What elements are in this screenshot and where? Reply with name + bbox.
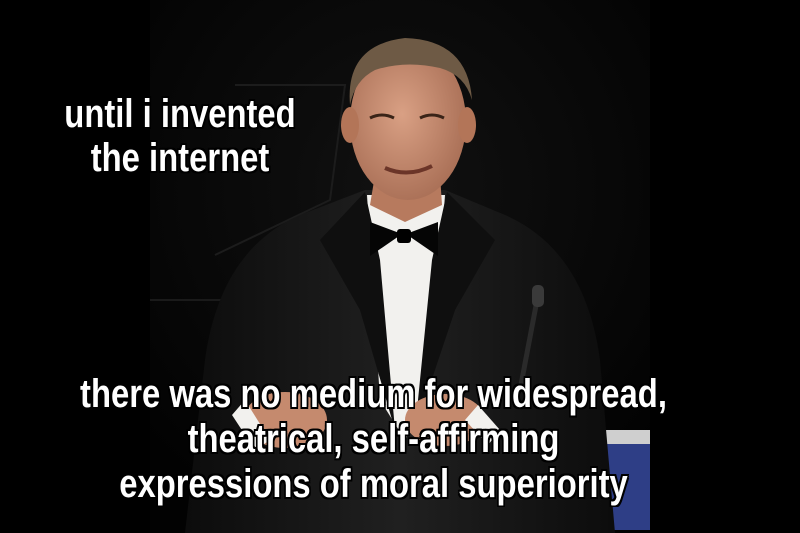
top-caption-line: until i invented	[64, 92, 296, 136]
top-caption: until i invented the internet	[32, 92, 327, 180]
left-ear	[341, 107, 359, 143]
top-caption-line: the internet	[90, 136, 270, 180]
bow-tie-knot	[397, 229, 411, 243]
microphone-head	[532, 285, 544, 307]
right-ear	[458, 107, 476, 143]
bottom-caption-line: expressions of moral superiority	[119, 462, 628, 506]
bottom-caption: there was no medium for widespread, thea…	[67, 372, 680, 507]
bottom-caption-line: theatrical, self-affirming	[187, 417, 560, 461]
bottom-caption-line: there was no medium for widespread,	[80, 372, 667, 416]
